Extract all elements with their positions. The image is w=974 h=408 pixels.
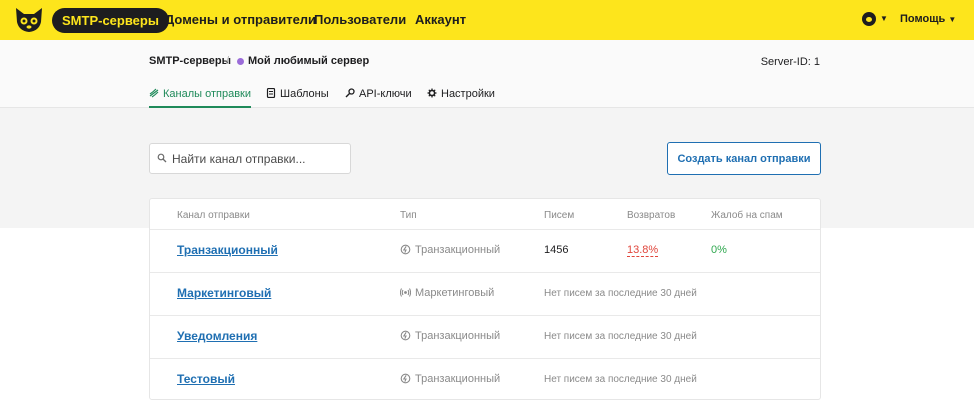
- server-status-dot: [237, 58, 244, 65]
- channel-type-label: Транзакционный: [415, 244, 501, 256]
- breadcrumb-current: Мой любимый сервер: [248, 55, 370, 67]
- help-label: Помощь: [900, 13, 946, 25]
- template-icon: [266, 88, 276, 98]
- channels-table: Канал отправки Тип Писем Возвратов Жалоб…: [149, 198, 821, 400]
- chevron-down-icon: ▼: [880, 14, 888, 23]
- column-header-channel: Канал отправки: [177, 210, 250, 221]
- no-emails-note: Нет писем за последние 30 дней: [544, 288, 697, 299]
- nav-account[interactable]: Аккаунт: [415, 12, 466, 27]
- tab-label: Настройки: [441, 88, 495, 100]
- table-row: Тестовый Транзакционный Нет писем за пос…: [150, 358, 820, 401]
- help-menu[interactable]: Помощь ▼: [900, 13, 956, 25]
- tab-api-keys[interactable]: API-ключи: [345, 88, 412, 108]
- column-header-spam: Жалоб на спам: [711, 210, 783, 221]
- transactional-icon: [400, 244, 411, 255]
- no-emails-note: Нет писем за последние 30 дней: [544, 374, 697, 385]
- channel-link[interactable]: Уведомления: [177, 329, 257, 343]
- column-header-type: Тип: [400, 210, 417, 221]
- tab-label: Шаблоны: [280, 88, 329, 100]
- tab-templates[interactable]: Шаблоны: [266, 88, 329, 108]
- channel-type-label: Транзакционный: [415, 373, 501, 385]
- channel-link[interactable]: Транзакционный: [177, 243, 278, 257]
- table-row: Маркетинговый Маркетинговый Нет писем за…: [150, 272, 820, 315]
- transactional-icon: [400, 373, 411, 384]
- spam-rate: 0%: [711, 244, 727, 256]
- tab-channels[interactable]: Каналы отправки: [149, 88, 252, 108]
- avatar: [862, 12, 876, 26]
- broadcast-icon: [400, 288, 411, 297]
- tab-label: API-ключи: [359, 88, 412, 100]
- nav-domains-senders[interactable]: Домены и отправители: [165, 12, 316, 27]
- breadcrumb-root[interactable]: SMTP-серверы: [149, 55, 231, 67]
- bounce-rate[interactable]: 13.8%: [627, 244, 659, 257]
- column-header-bounces: Возвратов: [627, 210, 676, 221]
- tab-settings[interactable]: Настройки: [427, 88, 495, 108]
- channel-type: Маркетинговый: [400, 287, 494, 299]
- user-menu-button[interactable]: ▼: [862, 11, 888, 29]
- emails-count: 1456: [544, 244, 569, 256]
- breadcrumb-separator: /: [226, 55, 230, 67]
- server-id: Server-ID: 1: [760, 56, 820, 68]
- transactional-icon: [400, 330, 411, 341]
- channel-link[interactable]: Маркетинговый: [177, 286, 271, 300]
- search-icon: [157, 153, 167, 163]
- top-navigation-bar: SMTP-серверы Домены и отправители Пользо…: [0, 0, 974, 40]
- gear-icon: [427, 88, 437, 98]
- tab-label: Каналы отправки: [163, 88, 252, 100]
- stream-icon: [149, 88, 159, 98]
- no-emails-note: Нет писем за последние 30 дней: [544, 331, 697, 342]
- channel-type: Транзакционный: [400, 330, 500, 342]
- channel-search-input[interactable]: [149, 143, 351, 174]
- table-row: Транзакционный Транзакционный 1456 13.8%…: [150, 229, 820, 272]
- table-row: Уведомления Транзакционный Нет писем за …: [150, 315, 820, 358]
- column-header-emails: Писем: [544, 210, 575, 221]
- nav-users[interactable]: Пользователи: [314, 12, 406, 27]
- channel-type: Транзакционный: [400, 373, 500, 385]
- bear-logo-icon[interactable]: [14, 6, 44, 34]
- channel-type-label: Маркетинговый: [415, 287, 495, 299]
- key-icon: [345, 88, 355, 98]
- nav-smtp-servers[interactable]: SMTP-серверы: [52, 8, 169, 33]
- create-channel-button[interactable]: Создать канал отправки: [667, 142, 821, 175]
- channel-link[interactable]: Тестовый: [177, 372, 235, 386]
- channel-type-label: Транзакционный: [415, 330, 501, 342]
- chevron-down-icon: ▼: [948, 15, 957, 24]
- channel-type: Транзакционный: [400, 244, 500, 256]
